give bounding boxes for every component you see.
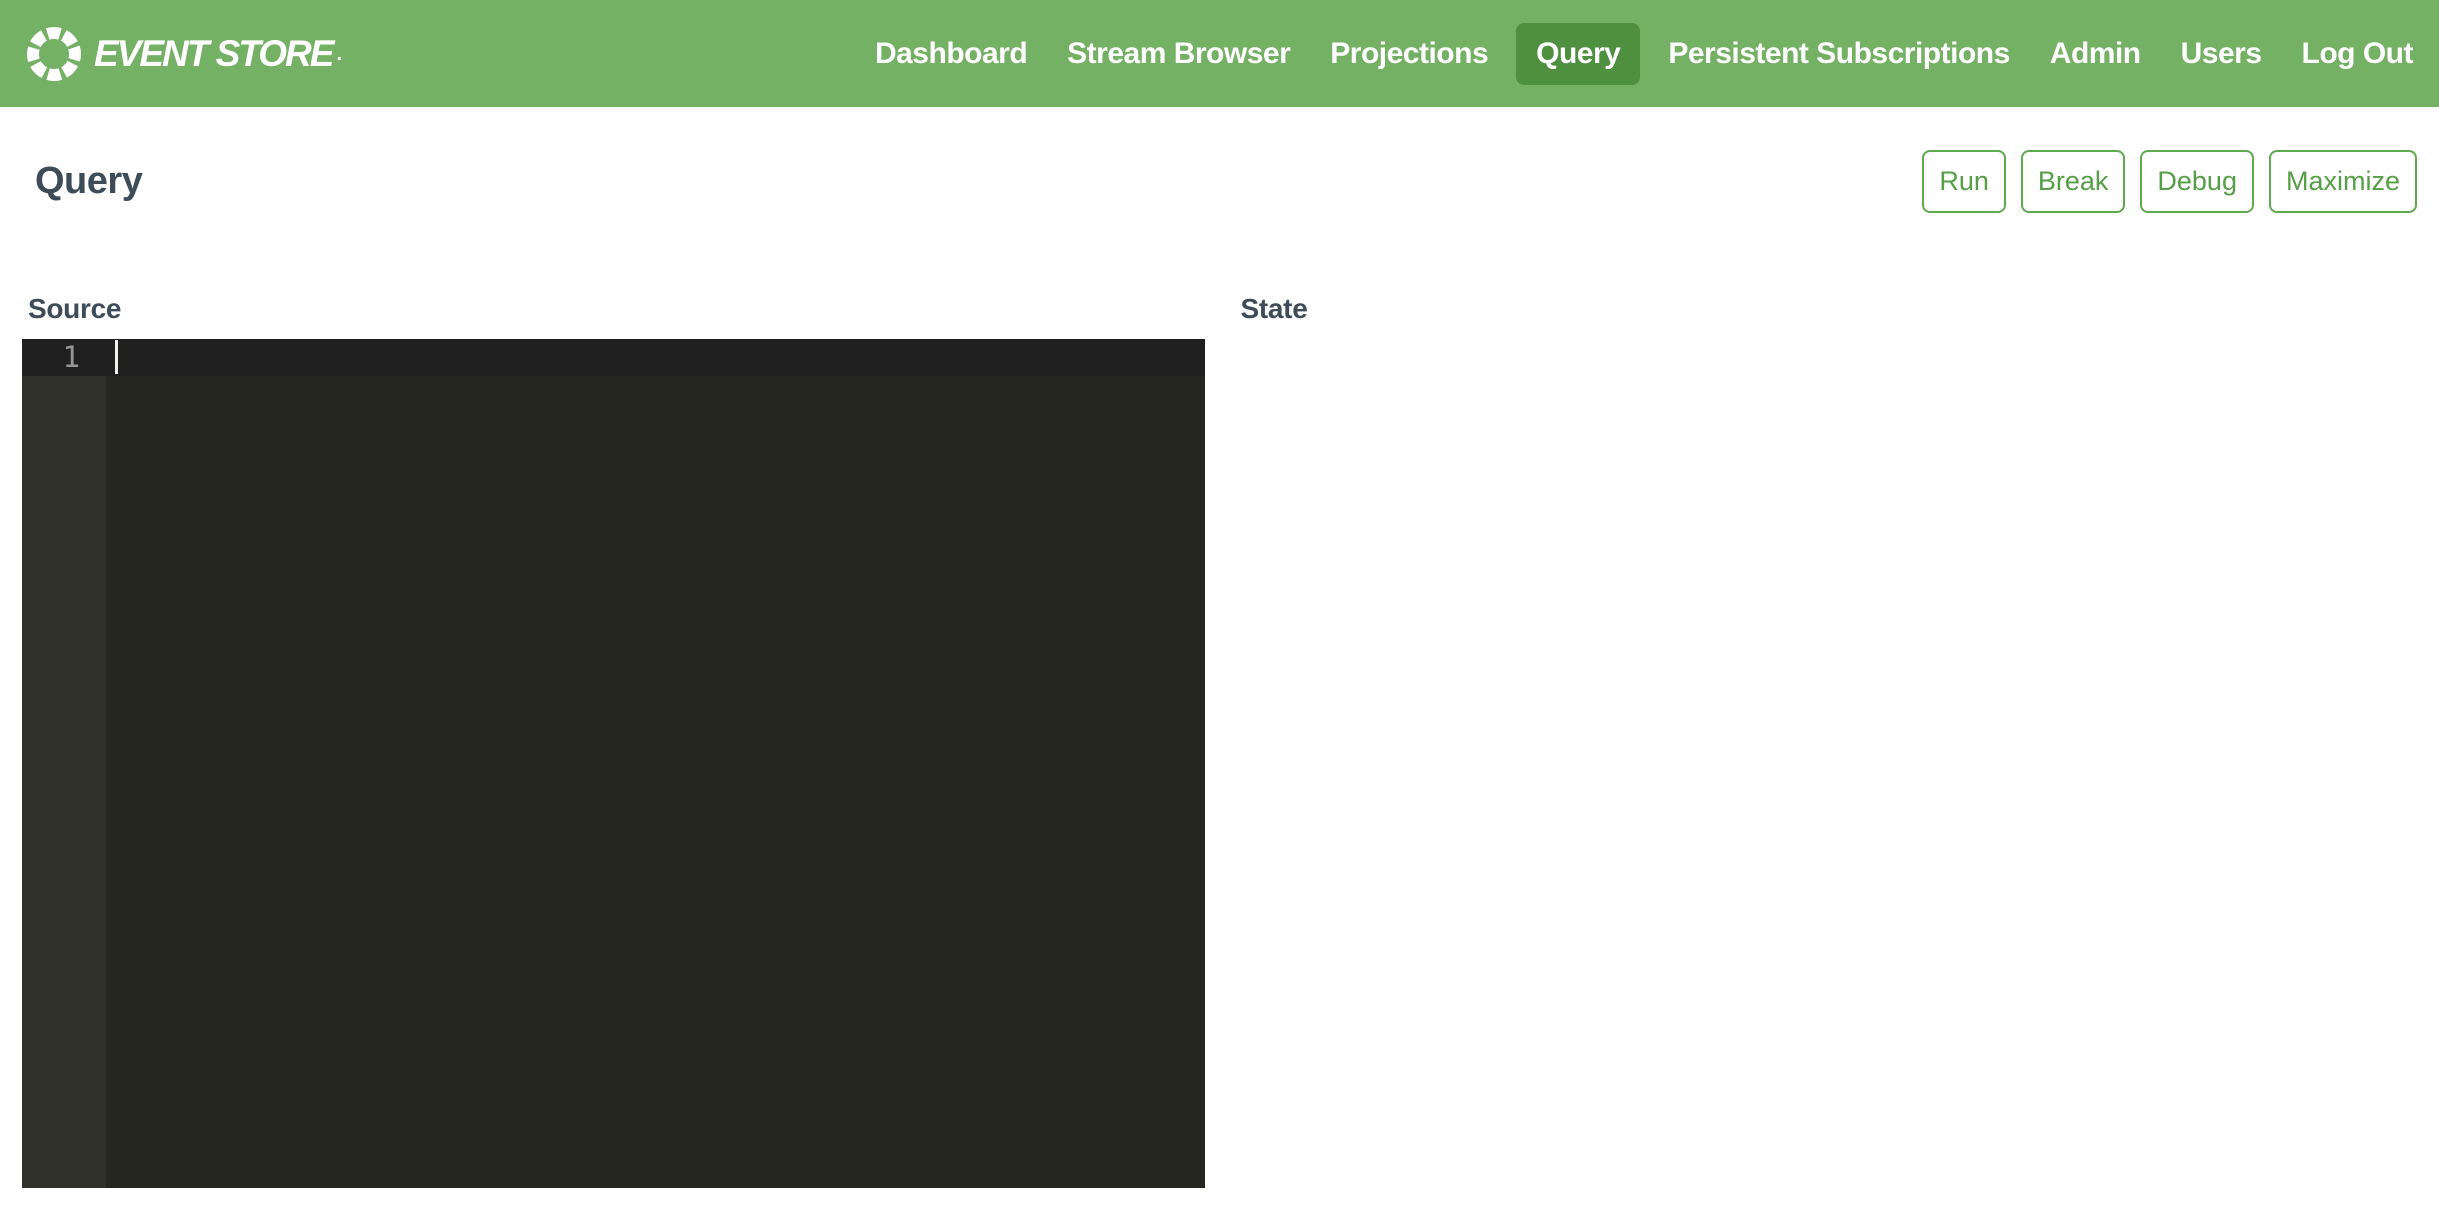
- debug-button[interactable]: Debug: [2140, 150, 2254, 213]
- nav-item-dashboard[interactable]: Dashboard: [875, 37, 1027, 71]
- state-panel-label: State: [1241, 293, 2418, 325]
- editor-body: [22, 376, 1205, 1188]
- break-button[interactable]: Break: [2021, 150, 2126, 213]
- panels-row: Source 1 State: [22, 293, 2417, 1188]
- editor-code-area: [106, 376, 1205, 1188]
- nav-item-query[interactable]: Query: [1516, 23, 1640, 85]
- nav-item-persistent-subscriptions[interactable]: Persistent Subscriptions: [1668, 37, 2009, 71]
- text-cursor: [115, 340, 118, 374]
- page-title: Query: [35, 160, 142, 203]
- page-content: Query Run Break Debug Maximize Source 1: [0, 150, 2439, 1188]
- maximize-button[interactable]: Maximize: [2269, 150, 2417, 213]
- nav-item-log-out[interactable]: Log Out: [2302, 37, 2413, 71]
- nav-item-users[interactable]: Users: [2181, 37, 2262, 71]
- editor-gutter: [22, 376, 106, 1188]
- query-toolbar: Run Break Debug Maximize: [1922, 150, 2417, 213]
- nav-item-stream-browser[interactable]: Stream Browser: [1067, 37, 1290, 71]
- nav-item-admin[interactable]: Admin: [2050, 37, 2141, 71]
- logo-trademark-dot: .: [336, 43, 342, 66]
- main-navigation: Dashboard Stream Browser Projections Que…: [875, 23, 2413, 85]
- state-panel-body: [1235, 339, 2418, 439]
- source-panel: Source 1: [22, 293, 1205, 1188]
- page-header: Query Run Break Debug Maximize: [22, 150, 2417, 213]
- editor-line-content: [106, 339, 1205, 376]
- editor-active-line: 1: [22, 339, 1205, 376]
- nav-item-projections[interactable]: Projections: [1330, 37, 1488, 71]
- logo-wordmark: EVENT STORE: [94, 33, 332, 75]
- top-navbar: EVENT STORE . Dashboard Stream Browser P…: [0, 0, 2439, 107]
- event-store-logo[interactable]: EVENT STORE .: [26, 26, 342, 82]
- source-panel-label: Source: [28, 293, 1205, 325]
- state-panel: State: [1235, 293, 2418, 1188]
- query-source-editor[interactable]: 1: [22, 339, 1205, 1188]
- line-number: 1: [22, 339, 106, 376]
- event-store-ring-icon: [26, 26, 82, 82]
- run-button[interactable]: Run: [1922, 150, 2006, 213]
